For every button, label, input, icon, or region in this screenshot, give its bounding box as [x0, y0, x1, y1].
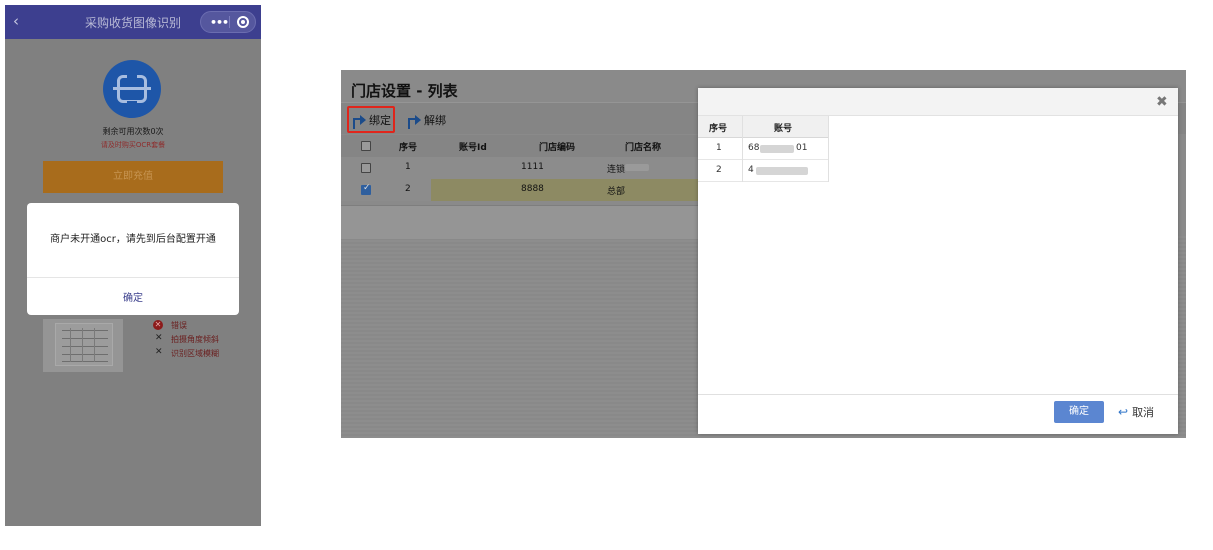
row-index: 1: [405, 162, 411, 172]
column-divider: [828, 116, 829, 182]
col-header: 序号: [709, 124, 728, 134]
unbind-button[interactable]: 解绑: [424, 112, 446, 128]
tip-label: 拍摄角度倾斜: [171, 335, 219, 344]
account-prefix: 68: [748, 143, 760, 153]
row-checkbox[interactable]: [361, 163, 371, 173]
receipt-line: [62, 354, 108, 355]
col-header: 账号Id: [459, 143, 487, 153]
store-name: 连锁: [607, 165, 626, 175]
account-suffix: 01: [796, 143, 808, 153]
dialog-confirm-button[interactable]: 确定: [27, 289, 239, 304]
unbind-icon[interactable]: [408, 115, 421, 129]
store-name: 总部: [607, 187, 626, 197]
purchase-reminder[interactable]: 请及时购买OCR套餐: [5, 140, 261, 150]
bind-icon[interactable]: [353, 115, 366, 129]
col-header: 门店名称: [625, 143, 662, 153]
capsule-divider: [229, 16, 230, 28]
receipt-line: [62, 330, 108, 331]
store-code: 1111: [521, 162, 544, 172]
sample-receipt-image: [43, 319, 123, 372]
receipt-document: [55, 323, 113, 366]
alert-dialog: 商户未开通ocr，请先到后台配置开通 确定: [27, 203, 239, 315]
error-icon: ✕: [153, 320, 163, 330]
dialog-message: 商户未开通ocr，请先到后台配置开通: [50, 234, 216, 245]
recharge-button[interactable]: 立即充值: [43, 161, 223, 193]
cancel-label: 取消: [1132, 406, 1155, 419]
col-header: 序号: [399, 143, 418, 153]
grid-footer: [341, 205, 701, 239]
receipt-line: [62, 346, 108, 347]
close-icon[interactable]: ✖: [1156, 94, 1168, 110]
col-header: 账号: [774, 124, 793, 134]
tip-label: 错误: [171, 321, 187, 330]
mini-program-capsule: •••: [200, 11, 256, 33]
row-index: 2: [405, 184, 411, 194]
account-prefix: 4: [748, 165, 754, 175]
modal-footer: 确定 ↩ 取消: [698, 394, 1178, 434]
receipt-line: [62, 361, 108, 362]
receipt-column: [94, 328, 95, 362]
redacted-text: [625, 164, 649, 171]
tip-label: 识别区域模糊: [171, 349, 219, 358]
nav-bar: ‹ 采购收货图像识别 •••: [5, 5, 261, 39]
receipt-column: [70, 328, 71, 362]
row-index: 2: [716, 165, 722, 175]
account-row[interactable]: 2 4: [698, 160, 828, 182]
scan-line: [113, 87, 151, 90]
redacted-text: [756, 167, 808, 175]
modal-header: ✖: [698, 88, 1178, 116]
table-row-selected[interactable]: 8888 总部: [431, 179, 701, 201]
undo-icon: ↩: [1118, 405, 1129, 419]
col-header: 门店编码: [539, 143, 576, 153]
select-all-checkbox[interactable]: [361, 141, 371, 151]
row-checkbox[interactable]: [361, 183, 371, 195]
grid-header: 序号 账号Id 门店编码 门店名称: [341, 135, 701, 157]
cancel-button[interactable]: ↩ 取消: [1118, 404, 1154, 420]
x-icon: ✕: [155, 333, 163, 343]
close-target-icon[interactable]: [237, 16, 249, 28]
redacted-text: [760, 145, 794, 153]
receipt-line: [62, 338, 108, 339]
confirm-button[interactable]: 确定: [1054, 401, 1104, 423]
bind-button[interactable]: 绑定: [369, 112, 391, 128]
store-code: 8888: [521, 184, 544, 194]
account-row[interactable]: 1 68 01: [698, 138, 828, 160]
scan-frame-gap: [127, 101, 137, 107]
more-icon[interactable]: •••: [210, 16, 229, 29]
row-index: 1: [716, 143, 722, 153]
table-row-selected-left[interactable]: 2: [341, 179, 431, 201]
dialog-divider: [27, 277, 239, 278]
column-divider: [742, 116, 743, 182]
table-row[interactable]: 1 1111 连锁: [341, 157, 701, 179]
account-select-modal: ✖ 序号 账号 1 68 01 2 4 确定 ↩ 取消: [698, 88, 1178, 434]
scan-icon[interactable]: [103, 60, 161, 118]
x-icon: ✕: [155, 347, 163, 357]
panel-title: 门店设置 - 列表: [351, 82, 458, 100]
account-table-header: 序号 账号: [698, 116, 828, 138]
scan-frame-gap: [127, 72, 137, 78]
mobile-screen: ‹ 采购收货图像识别 ••• 剩余可用次数0次 请及时购买OCR套餐 立即充值 …: [5, 5, 261, 526]
receipt-column: [82, 328, 83, 362]
remaining-count: 剩余可用次数0次: [102, 127, 164, 136]
